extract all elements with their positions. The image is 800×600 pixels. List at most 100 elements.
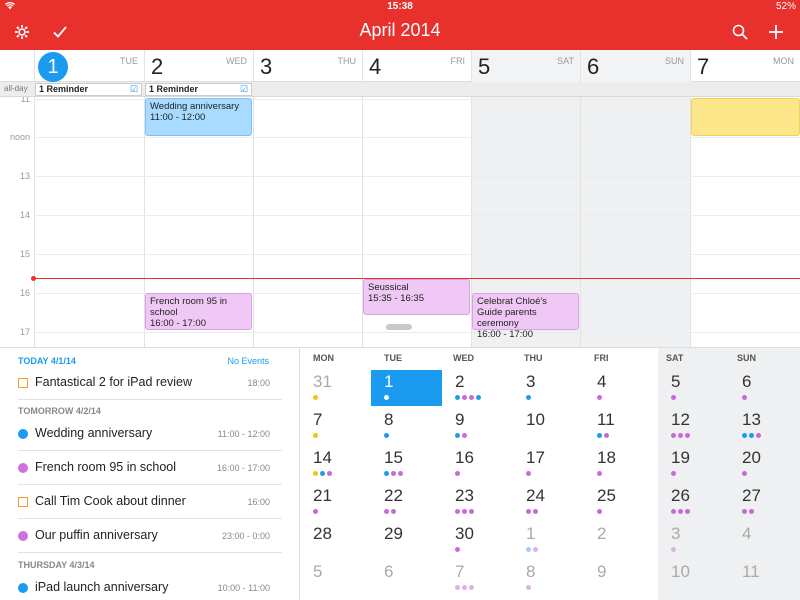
month-day-cell[interactable]: 30 bbox=[442, 522, 513, 558]
day-number: 30 bbox=[455, 524, 474, 543]
month-day-cell[interactable]: 5 bbox=[300, 560, 371, 596]
list-item[interactable]: Call Tim Cook about dinner 16:00 bbox=[18, 485, 282, 519]
month-day-cell[interactable]: 2 bbox=[584, 522, 655, 558]
event-block[interactable] bbox=[691, 98, 800, 136]
day-header-mon[interactable]: 7 MON bbox=[690, 50, 800, 82]
month-day-cell[interactable]: 24 bbox=[513, 484, 584, 520]
day-number: 26 bbox=[671, 486, 690, 505]
month-day-cell[interactable]: 17 bbox=[513, 446, 584, 482]
current-time-line bbox=[34, 278, 800, 279]
month-day-cell-selected[interactable]: 1 bbox=[371, 370, 442, 406]
month-grid[interactable]: MON TUE WED THU FRI SAT SUN 31 1 2 3 4 5… bbox=[300, 347, 800, 600]
month-weekday-header: SAT bbox=[666, 353, 684, 363]
list-item[interactable]: iPad launch anniversary 10:00 - 11:00 bbox=[18, 571, 282, 600]
day-number: 8 bbox=[526, 562, 536, 581]
month-day-cell[interactable]: 22 bbox=[371, 484, 442, 520]
month-day-cell[interactable]: 7 bbox=[300, 408, 371, 444]
month-day-cell[interactable]: 8 bbox=[371, 408, 442, 444]
list-item[interactable]: Wedding anniversary 11:00 - 12:00 bbox=[18, 417, 282, 451]
list-item[interactable]: Our puffin anniversary 23:00 - 0:00 bbox=[18, 519, 282, 553]
today-indicator[interactable]: 1 bbox=[38, 52, 68, 82]
month-day-cell[interactable]: 2 bbox=[442, 370, 513, 406]
hour-line bbox=[34, 137, 800, 138]
month-day-cell[interactable]: 12 bbox=[658, 408, 729, 444]
day-number: 28 bbox=[313, 524, 332, 543]
day-column[interactable] bbox=[34, 97, 144, 347]
day-number: 1 bbox=[384, 372, 394, 391]
day-number: 6 bbox=[742, 372, 752, 391]
item-title: iPad launch anniversary bbox=[35, 580, 169, 594]
month-day-cell[interactable]: 20 bbox=[729, 446, 800, 482]
month-day-cell[interactable]: 21 bbox=[300, 484, 371, 520]
month-day-cell[interactable]: 23 bbox=[442, 484, 513, 520]
item-time: 10:00 - 11:00 bbox=[217, 583, 270, 593]
reminder-checkbox-icon[interactable] bbox=[18, 378, 28, 388]
month-day-cell[interactable]: 7 bbox=[442, 560, 513, 596]
month-day-cell[interactable]: 11 bbox=[584, 408, 655, 444]
day-header-fri[interactable]: 4 FRI bbox=[362, 50, 471, 82]
reminder-checkbox-icon[interactable] bbox=[18, 497, 28, 507]
list-item[interactable]: French room 95 in school 16:00 - 17:00 bbox=[18, 451, 282, 485]
month-day-cell[interactable]: 9 bbox=[442, 408, 513, 444]
event-wedding-anniversary[interactable]: Wedding anniversary 11:00 - 12:00 bbox=[145, 98, 252, 136]
day-number: 11 bbox=[742, 562, 760, 581]
month-day-cell[interactable]: 25 bbox=[584, 484, 655, 520]
day-header-sat[interactable]: 5 SAT bbox=[471, 50, 580, 82]
month-day-cell[interactable]: 26 bbox=[658, 484, 729, 520]
agenda-list[interactable]: TODAY 4/1/14 No Events Fantastical 2 for… bbox=[0, 347, 300, 600]
event-seussical[interactable]: Seussical 15:35 - 16:35 bbox=[363, 279, 470, 315]
day-of-week: SUN bbox=[664, 56, 684, 66]
month-day-cell[interactable]: 11 bbox=[729, 560, 800, 596]
month-day-cell[interactable]: 9 bbox=[584, 560, 655, 596]
page-title[interactable]: April 2014 bbox=[0, 20, 800, 41]
week-timeline[interactable]: 11 noon 13 14 15 16 17 Wedding anniversa… bbox=[0, 97, 800, 347]
month-day-cell[interactable]: 3 bbox=[658, 522, 729, 558]
plus-icon[interactable] bbox=[762, 18, 790, 46]
month-day-cell[interactable]: 29 bbox=[371, 522, 442, 558]
agenda-section-thursday: THURSDAY 4/3/14 bbox=[18, 560, 95, 570]
month-day-cell[interactable]: 4 bbox=[584, 370, 655, 406]
week-header: TUE 2 WED 3 THU 4 FRI 5 SAT 6 SUN 7 MON bbox=[0, 50, 800, 82]
battery-level: 52% bbox=[775, 1, 796, 12]
day-number: 8 bbox=[384, 410, 394, 429]
month-day-cell[interactable]: 15 bbox=[371, 446, 442, 482]
month-day-cell[interactable]: 5 bbox=[658, 370, 729, 406]
day-number: 10 bbox=[526, 410, 545, 429]
month-day-cell[interactable]: 6 bbox=[729, 370, 800, 406]
day-number: 1 bbox=[526, 524, 536, 543]
month-day-cell[interactable]: 10 bbox=[658, 560, 729, 596]
month-day-cell[interactable]: 4 bbox=[729, 522, 800, 558]
month-day-cell[interactable]: 27 bbox=[729, 484, 800, 520]
day-number: 24 bbox=[526, 486, 545, 505]
list-item[interactable]: Fantastical 2 for iPad review 18:00 bbox=[18, 366, 282, 400]
month-day-cell[interactable]: 3 bbox=[513, 370, 584, 406]
day-header-sun[interactable]: 6 SUN bbox=[580, 50, 690, 82]
month-day-cell[interactable]: 6 bbox=[371, 560, 442, 596]
day-header-thu[interactable]: 3 THU bbox=[253, 50, 362, 82]
day-column[interactable] bbox=[253, 97, 362, 347]
status-bar: 15:38 52% bbox=[0, 0, 800, 15]
day-header-wed[interactable]: 2 WED bbox=[144, 50, 253, 82]
month-day-cell[interactable]: 10 bbox=[513, 408, 584, 444]
day-number: 25 bbox=[597, 486, 616, 505]
month-day-cell[interactable]: 13 bbox=[729, 408, 800, 444]
event-time: 15:35 - 16:35 bbox=[368, 293, 424, 304]
month-day-cell[interactable]: 19 bbox=[658, 446, 729, 482]
search-icon[interactable] bbox=[726, 18, 754, 46]
month-day-cell[interactable]: 16 bbox=[442, 446, 513, 482]
day-number: 7 bbox=[455, 562, 465, 581]
item-title: Wedding anniversary bbox=[35, 426, 153, 440]
event-chloe-ceremony[interactable]: Celebrat Chloé's Guide parents ceremony … bbox=[472, 293, 579, 340]
event-french-room[interactable]: French room 95 in school 16:00 - 17:00 bbox=[145, 293, 252, 330]
month-day-cell[interactable]: 8 bbox=[513, 560, 584, 596]
month-day-cell[interactable]: 1 bbox=[513, 522, 584, 558]
month-day-cell[interactable]: 31 bbox=[300, 370, 371, 406]
day-column[interactable] bbox=[580, 97, 690, 347]
reminder-chip[interactable]: 1 Reminder ☑ bbox=[145, 83, 252, 96]
month-day-cell[interactable]: 28 bbox=[300, 522, 371, 558]
reminder-chip[interactable]: 1 Reminder ☑ bbox=[35, 83, 142, 96]
item-title: Call Tim Cook about dinner bbox=[35, 494, 186, 508]
month-day-cell[interactable]: 18 bbox=[584, 446, 655, 482]
drag-handle[interactable] bbox=[386, 324, 412, 330]
month-day-cell[interactable]: 14 bbox=[300, 446, 371, 482]
